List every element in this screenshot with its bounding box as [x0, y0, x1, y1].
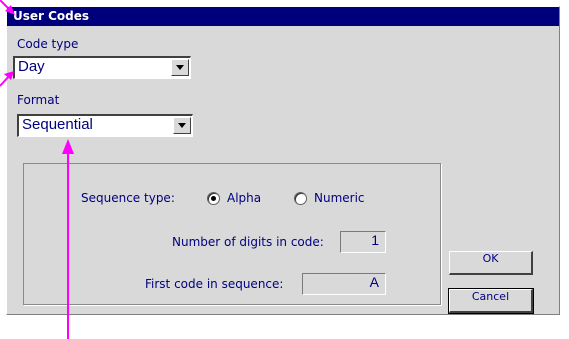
format-label: Format: [17, 93, 60, 107]
digits-field[interactable]: 1: [340, 231, 386, 253]
first-code-label: First code in sequence:: [145, 277, 284, 291]
sequence-settings-group: Sequence type: Alpha Numeric Number of d…: [23, 163, 441, 305]
alpha-label[interactable]: Alpha: [227, 191, 261, 205]
format-value: Sequential: [22, 116, 93, 133]
format-select[interactable]: Sequential: [17, 114, 193, 137]
ok-button[interactable]: OK: [449, 251, 533, 275]
chevron-down-icon[interactable]: [173, 117, 191, 134]
sequence-type-label: Sequence type:: [81, 191, 175, 205]
code-type-label: Code type: [17, 37, 79, 51]
code-type-select[interactable]: Day: [13, 56, 191, 79]
first-code-field[interactable]: A: [302, 273, 386, 295]
numeric-label[interactable]: Numeric: [314, 191, 365, 205]
numeric-radio[interactable]: [294, 192, 307, 205]
digits-label: Number of digits in code:: [172, 235, 324, 249]
user-codes-dialog: User Codes Code type Day Format Sequenti…: [6, 6, 560, 315]
code-type-value: Day: [18, 58, 45, 75]
dialog-title: User Codes: [7, 7, 559, 26]
cancel-button[interactable]: Cancel: [448, 288, 534, 314]
chevron-down-icon[interactable]: [171, 59, 189, 76]
alpha-radio[interactable]: [207, 192, 220, 205]
